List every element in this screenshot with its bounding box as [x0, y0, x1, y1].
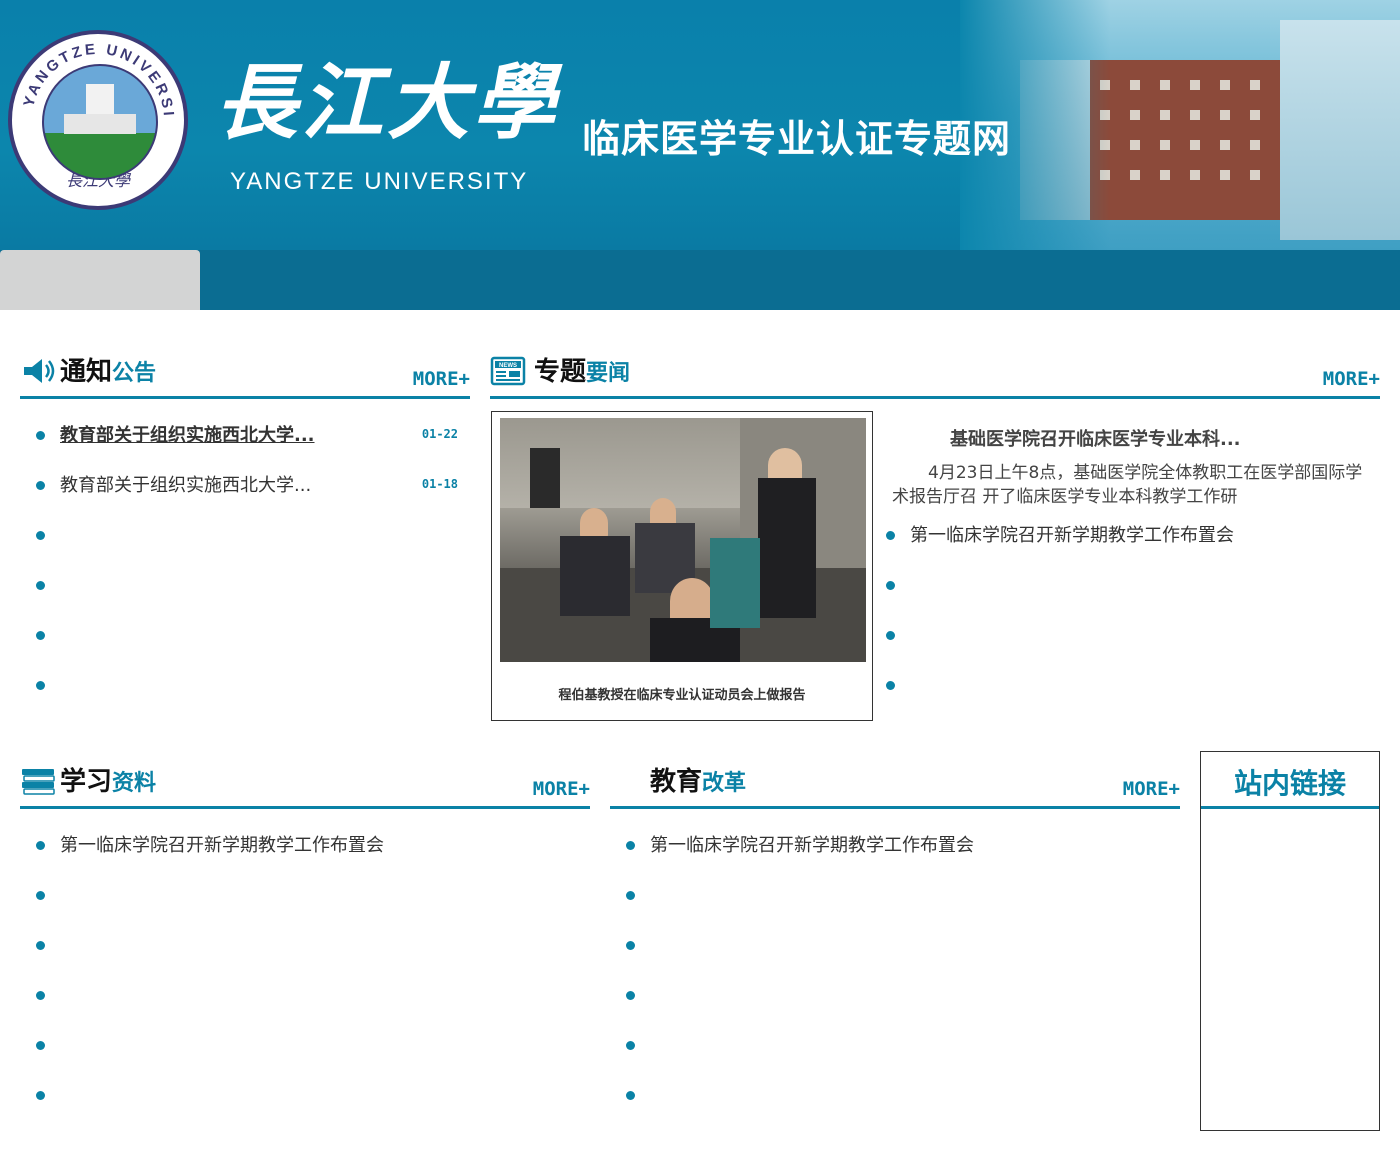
- bullet-icon: [36, 1041, 45, 1050]
- study-header: 学习资料 MORE+: [20, 760, 590, 809]
- bullet-icon: [36, 891, 45, 900]
- news-photo[interactable]: [500, 418, 866, 662]
- site-links-divider: [1201, 806, 1379, 809]
- site-links-title: 站内链接: [1233, 767, 1346, 800]
- photo-caption[interactable]: 程伯基教授在临床专业认证动员会上做报告: [492, 684, 872, 703]
- reform-link[interactable]: 第一临床学院召开新学期教学工作布置会: [650, 831, 974, 857]
- books-icon: [22, 769, 55, 795]
- list-item: [20, 561, 470, 611]
- bullet-icon: [36, 1091, 45, 1100]
- bullet-icon: [36, 431, 45, 440]
- bullet-icon: [36, 581, 45, 590]
- list-item: [870, 661, 1380, 711]
- list-item: [20, 511, 470, 561]
- list-item[interactable]: 第一临床学院召开新学期教学工作布置会: [870, 511, 1380, 561]
- study-more-link[interactable]: MORE+: [533, 778, 590, 800]
- list-item[interactable]: 教育部关于组织实施西北大学... 01-18: [20, 461, 470, 511]
- site-links-panel: 站内链接: [1200, 751, 1380, 1131]
- university-seal-logo[interactable]: YANGTZE UNIVERSITY 長江大學: [8, 30, 188, 210]
- bullet-icon: [626, 841, 635, 850]
- news-header: NEWS 专题要闻 MORE+: [490, 350, 1380, 399]
- study-link[interactable]: 第一临床学院召开新学期教学工作布置会: [60, 831, 384, 857]
- list-item: [20, 921, 590, 971]
- list-item: [870, 611, 1380, 661]
- site-title: 临床医学专业认证专题网: [582, 117, 1012, 161]
- bullet-icon: [36, 941, 45, 950]
- notices-more-link[interactable]: MORE+: [413, 368, 470, 390]
- news-list: 第一临床学院召开新学期教学工作布置会: [870, 511, 1380, 711]
- reform-header: 教育改革 MORE+: [610, 760, 1180, 809]
- list-item: [20, 661, 470, 711]
- bullet-icon: [626, 1091, 635, 1100]
- bullet-icon: [36, 841, 45, 850]
- list-item: [20, 1071, 590, 1121]
- study-title: 学习资料: [60, 767, 157, 797]
- site-header: YANGTZE UNIVERSITY 長江大學 長江大學 YANGTZE UNI…: [0, 0, 1400, 250]
- building-main: [1090, 60, 1280, 220]
- list-item[interactable]: 第一临床学院召开新学期教学工作布置会: [610, 821, 1180, 871]
- reform-title: 教育改革: [650, 767, 747, 797]
- list-item: [610, 871, 1180, 921]
- notices-list: 教育部关于组织实施西北大学... 01-22 教育部关于组织实施西北大学... 01…: [20, 411, 470, 711]
- notice-date: 01-18: [421, 477, 458, 491]
- list-item: [610, 1071, 1180, 1121]
- notice-link[interactable]: 教育部关于组织实施西北大学...: [60, 421, 315, 447]
- seal-building-emblem: [42, 64, 158, 180]
- bullet-icon: [626, 891, 635, 900]
- reform-more-link[interactable]: MORE+: [1123, 778, 1180, 800]
- bullet-icon: [626, 991, 635, 1000]
- list-item: [610, 921, 1180, 971]
- svg-text:NEWS: NEWS: [499, 363, 517, 369]
- bullet-icon: [36, 631, 45, 640]
- bullet-icon: [626, 1041, 635, 1050]
- list-item: [20, 611, 470, 661]
- bullet-icon: [886, 531, 895, 540]
- bullet-icon: [886, 581, 895, 590]
- bullet-icon: [886, 681, 895, 690]
- speaker-icon: [24, 359, 55, 383]
- reform-list: 第一临床学院召开新学期教学工作布置会: [610, 821, 1180, 1121]
- list-item[interactable]: 教育部关于组织实施西北大学... 01-22: [20, 411, 470, 461]
- university-english-name: YANGTZE UNIVERSITY: [230, 168, 529, 195]
- newspaper-icon: NEWS: [490, 356, 526, 386]
- notices-title: 通知公告: [60, 357, 157, 387]
- notices-header: 通知公告 MORE+: [20, 350, 470, 399]
- list-item: [610, 1021, 1180, 1071]
- bullet-icon: [36, 481, 45, 490]
- news-more-link[interactable]: MORE+: [1323, 368, 1380, 390]
- notice-date: 01-22: [421, 427, 458, 441]
- university-calligraphy-name: 長江大學: [215, 55, 559, 151]
- list-item[interactable]: 第一临床学院召开新学期教学工作布置会: [20, 821, 590, 871]
- list-item: [20, 971, 590, 1021]
- list-item: [870, 561, 1380, 611]
- main-nav-bar: [0, 250, 1400, 310]
- bullet-icon: [36, 531, 45, 540]
- list-item: [20, 871, 590, 921]
- study-list: 第一临床学院召开新学期教学工作布置会: [20, 821, 590, 1121]
- news-photo-card[interactable]: 程伯基教授在临床专业认证动员会上做报告: [491, 411, 873, 721]
- bullet-icon: [626, 941, 635, 950]
- list-item: [610, 971, 1180, 1021]
- list-item: [20, 1021, 590, 1071]
- nav-item-home[interactable]: [0, 250, 200, 310]
- news-link[interactable]: 第一临床学院召开新学期教学工作布置会: [910, 521, 1234, 547]
- feature-headline[interactable]: 基础医学院召开临床医学专业本科...: [950, 425, 1241, 451]
- news-title: 专题要闻: [534, 357, 631, 387]
- feature-summary: 4月23日上午8点，基础医学院全体教职工在医学部国际学术报告厅召 开了临床医学专…: [892, 463, 1363, 507]
- notice-link[interactable]: 教育部关于组织实施西北大学...: [60, 471, 311, 497]
- bullet-icon: [886, 631, 895, 640]
- bullet-icon: [36, 991, 45, 1000]
- bullet-icon: [36, 681, 45, 690]
